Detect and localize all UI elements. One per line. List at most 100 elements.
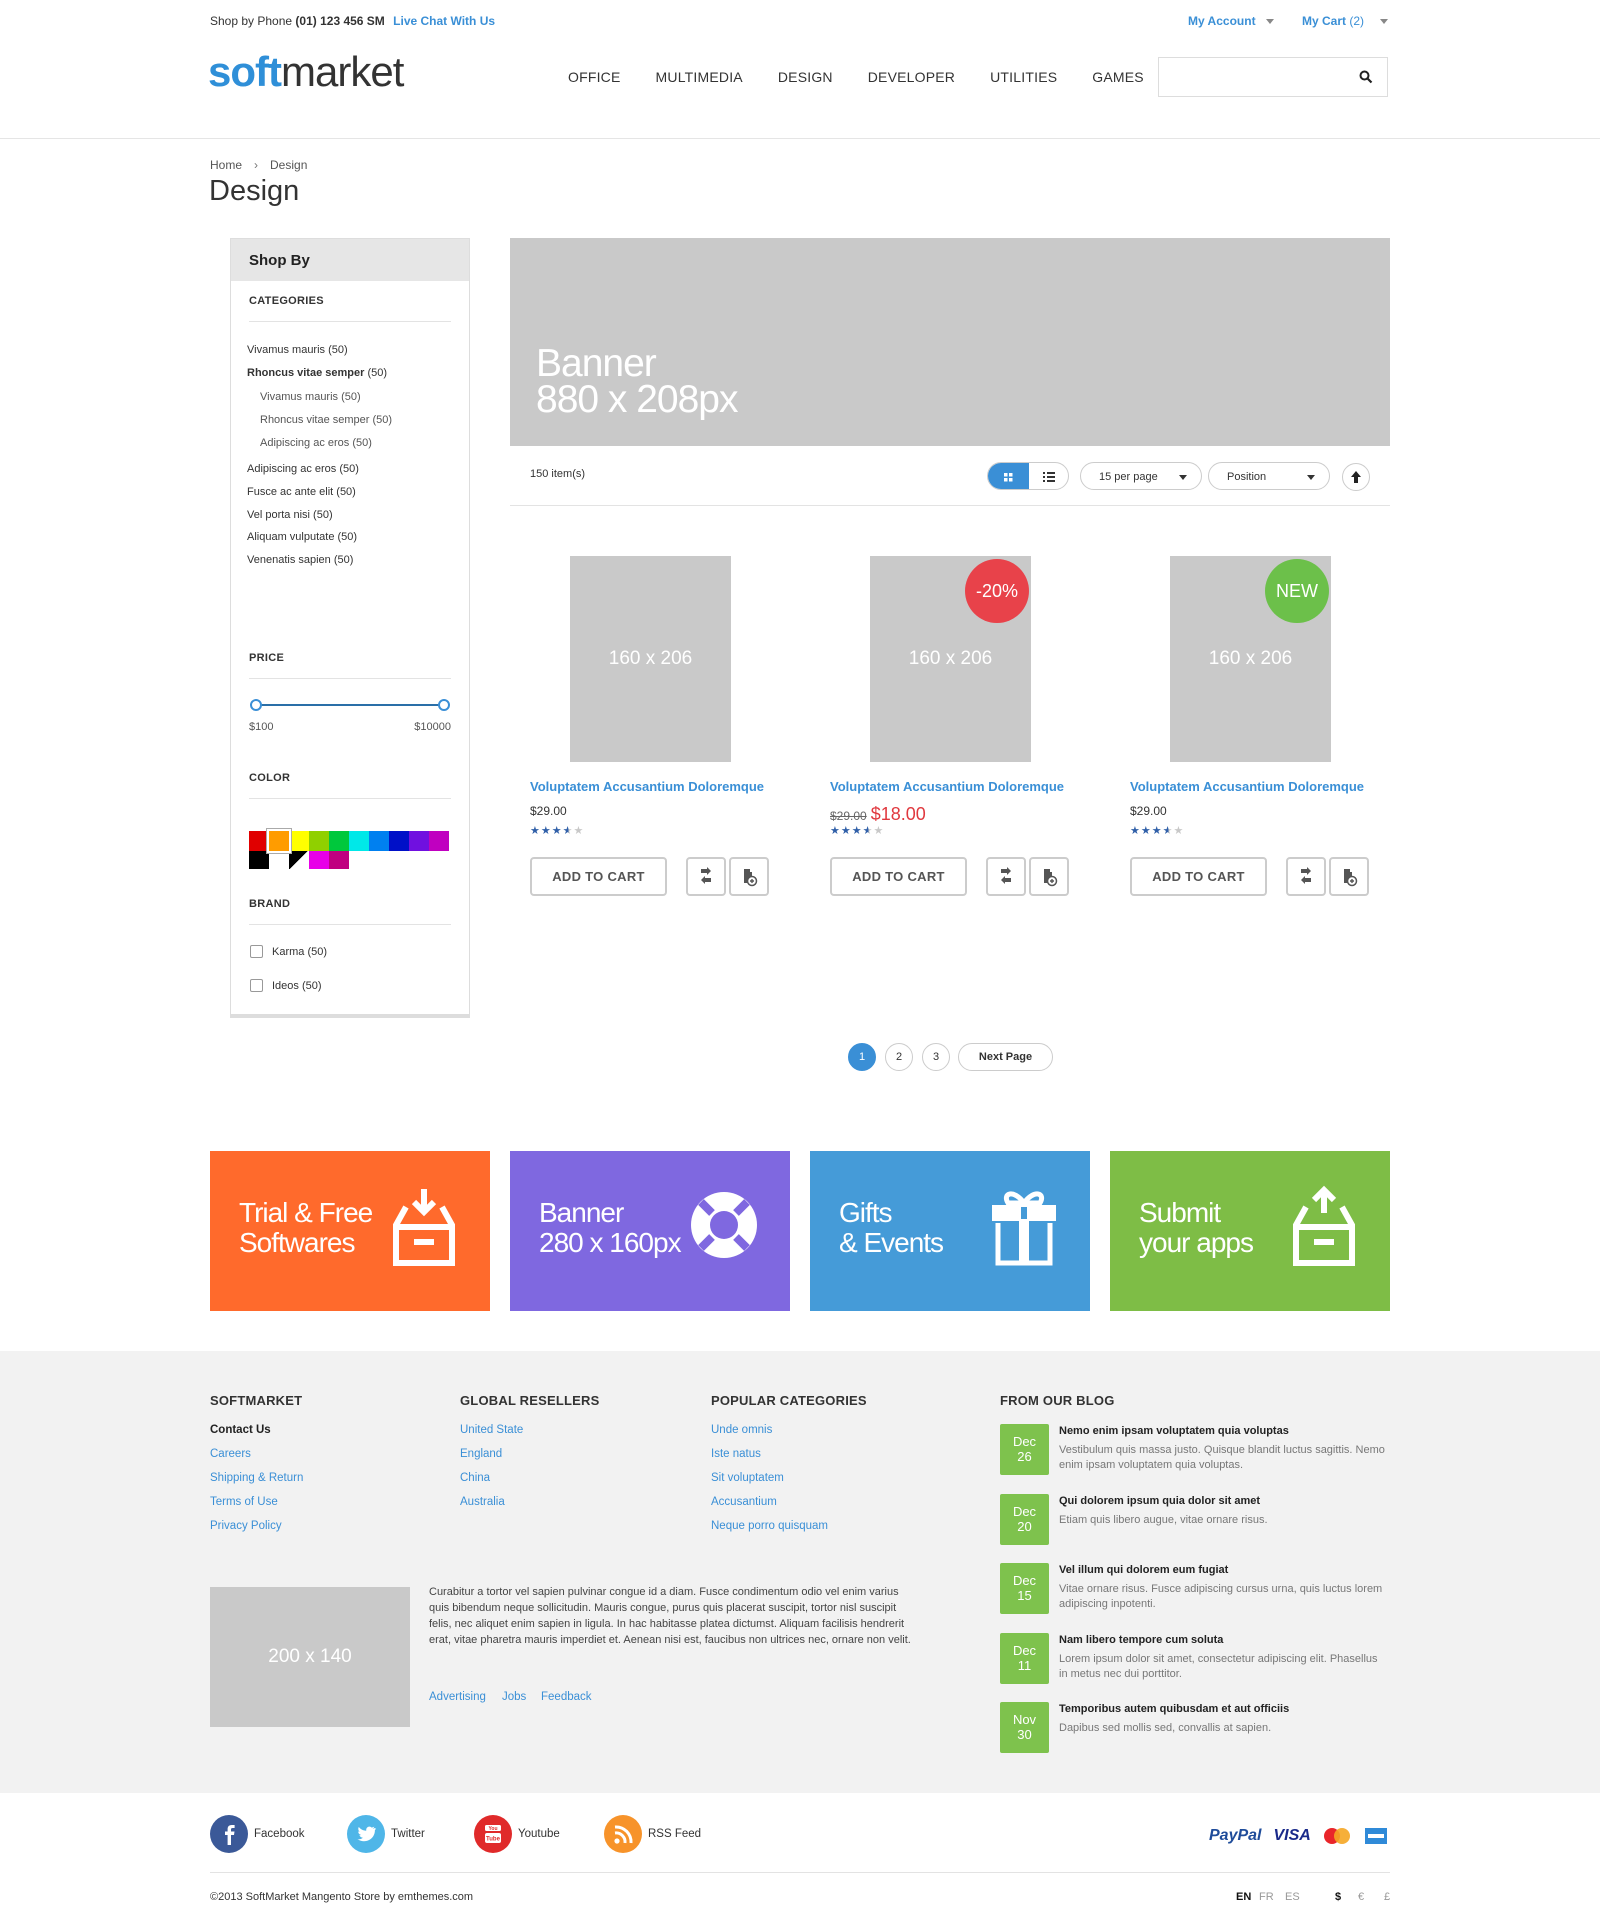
page-1-button[interactable]: 1: [848, 1043, 876, 1071]
wishlist-button[interactable]: [729, 857, 769, 896]
footer-small-link[interactable]: Feedback: [541, 1691, 592, 1703]
blog-post-title[interactable]: Qui dolorem ipsum quia dolor sit amet: [1059, 1495, 1260, 1507]
sort-direction-button[interactable]: [1342, 463, 1370, 491]
color-swatch[interactable]: [329, 831, 349, 851]
brand-checkbox-ideos[interactable]: [250, 979, 263, 992]
color-swatch[interactable]: [309, 831, 329, 851]
category-item[interactable]: Vel porta nisi (50): [247, 509, 333, 521]
product-name[interactable]: Voluptatem Accusantium Doloremque: [1130, 779, 1364, 794]
color-swatch[interactable]: [269, 851, 289, 869]
blog-post-title[interactable]: Nam libero tempore cum soluta: [1059, 1634, 1223, 1646]
promo-tile[interactable]: Banner 280 x 160px: [510, 1151, 790, 1311]
add-to-cart-button[interactable]: ADD TO CART: [1130, 857, 1267, 896]
compare-button[interactable]: [1286, 857, 1326, 896]
currency-eur[interactable]: €: [1358, 1891, 1364, 1903]
footer-link[interactable]: China: [460, 1472, 490, 1484]
blog-post-title[interactable]: Nemo enim ipsam voluptatem quia voluptas: [1059, 1425, 1289, 1437]
grid-view-button[interactable]: [988, 463, 1029, 489]
color-swatch[interactable]: [267, 829, 291, 853]
per-page-select[interactable]: 15 per page: [1080, 462, 1202, 490]
footer-link[interactable]: Contact Us: [210, 1424, 271, 1436]
color-swatch[interactable]: [289, 851, 309, 869]
social-link-label[interactable]: Youtube: [518, 1828, 560, 1840]
category-item[interactable]: Fusce ac ante elit (50): [247, 486, 356, 498]
add-to-cart-button[interactable]: ADD TO CART: [830, 857, 967, 896]
footer-link[interactable]: Unde omnis: [711, 1424, 772, 1436]
category-item[interactable]: Adipiscing ac eros (50): [260, 437, 372, 449]
promo-tile[interactable]: Trial & Free Softwares: [210, 1151, 490, 1311]
product-name[interactable]: Voluptatem Accusantium Doloremque: [530, 779, 764, 794]
brand-label-ideos[interactable]: Ideos (50): [272, 980, 322, 992]
nav-item-multimedia[interactable]: MULTIMEDIA: [656, 69, 743, 85]
color-swatch[interactable]: [369, 831, 389, 851]
language-fr[interactable]: FR: [1259, 1891, 1274, 1903]
footer-link[interactable]: Terms of Use: [210, 1496, 278, 1508]
color-swatch[interactable]: [289, 831, 309, 851]
nav-item-developer[interactable]: DEVELOPER: [868, 69, 955, 85]
youtube-icon[interactable]: You Tube: [474, 1815, 512, 1853]
social-link-label[interactable]: RSS Feed: [648, 1828, 701, 1840]
color-swatch[interactable]: [389, 831, 409, 851]
footer-link[interactable]: Australia: [460, 1496, 505, 1508]
category-item[interactable]: Aliquam vulputate (50): [247, 531, 357, 543]
my-cart-link[interactable]: My Cart (2): [1302, 14, 1364, 28]
wishlist-button[interactable]: [1029, 857, 1069, 896]
category-item[interactable]: Venenatis sapien (50): [247, 554, 353, 566]
language-en[interactable]: EN: [1236, 1891, 1251, 1903]
color-swatch[interactable]: [249, 851, 269, 869]
live-chat-link[interactable]: Live Chat With Us: [393, 14, 495, 28]
nav-item-games[interactable]: GAMES: [1092, 69, 1144, 85]
category-banner[interactable]: Banner 880 x 208px: [510, 238, 1390, 446]
logo[interactable]: softmarket: [208, 48, 404, 96]
next-page-button[interactable]: Next Page: [958, 1043, 1053, 1071]
brand-checkbox-karma[interactable]: [250, 945, 263, 958]
breadcrumb-home[interactable]: Home: [210, 158, 242, 172]
category-item[interactable]: Rhoncus vitae semper (50): [260, 414, 392, 426]
color-swatch[interactable]: [409, 831, 429, 851]
page-2-button[interactable]: 2: [885, 1043, 913, 1071]
search-input[interactable]: [1158, 57, 1388, 97]
facebook-icon[interactable]: [210, 1815, 248, 1853]
color-swatch[interactable]: [429, 831, 449, 851]
promo-tile[interactable]: Gifts & Events: [810, 1151, 1090, 1311]
footer-link[interactable]: Careers: [210, 1448, 251, 1460]
social-link-label[interactable]: Facebook: [254, 1828, 305, 1840]
footer-link[interactable]: Shipping & Return: [210, 1472, 303, 1484]
footer-small-link[interactable]: Advertising: [429, 1691, 486, 1703]
chevron-down-icon[interactable]: [1380, 19, 1388, 24]
wishlist-button[interactable]: [1329, 857, 1369, 896]
social-link-label[interactable]: Twitter: [391, 1828, 425, 1840]
color-swatch[interactable]: [249, 831, 269, 851]
footer-link[interactable]: Privacy Policy: [210, 1520, 282, 1532]
category-item[interactable]: Adipiscing ac eros (50): [247, 463, 359, 475]
color-swatch[interactable]: [349, 831, 369, 851]
compare-button[interactable]: [986, 857, 1026, 896]
price-slider-min-handle[interactable]: [250, 699, 262, 711]
footer-link[interactable]: Iste natus: [711, 1448, 761, 1460]
footer-link[interactable]: Accusantium: [711, 1496, 777, 1508]
color-swatch[interactable]: [309, 851, 329, 869]
footer-small-link[interactable]: Jobs: [502, 1691, 526, 1703]
twitter-icon[interactable]: [347, 1815, 385, 1853]
list-view-button[interactable]: [1029, 463, 1068, 489]
category-item[interactable]: Rhoncus vitae semper (50): [247, 367, 387, 379]
blog-post-title[interactable]: Vel illum qui dolorem eum fugiat: [1059, 1564, 1228, 1576]
blog-post-title[interactable]: Temporibus autem quibusdam et aut offici…: [1059, 1703, 1289, 1715]
footer-link[interactable]: United State: [460, 1424, 523, 1436]
category-item[interactable]: Vivamus mauris (50): [247, 344, 348, 356]
currency-gbp[interactable]: £: [1384, 1891, 1390, 1903]
promo-tile[interactable]: Submit your apps: [1110, 1151, 1390, 1311]
product-image[interactable]: 160 x 206: [570, 556, 731, 762]
my-account-link[interactable]: My Account: [1188, 14, 1256, 28]
currency-usd[interactable]: $: [1335, 1891, 1341, 1903]
search-icon[interactable]: [1359, 70, 1373, 84]
compare-button[interactable]: [686, 857, 726, 896]
nav-item-design[interactable]: DESIGN: [778, 69, 833, 85]
chevron-down-icon[interactable]: [1266, 19, 1274, 24]
price-slider-track[interactable]: [257, 704, 444, 706]
add-to-cart-button[interactable]: ADD TO CART: [530, 857, 667, 896]
nav-item-utilities[interactable]: UTILITIES: [990, 69, 1057, 85]
product-name[interactable]: Voluptatem Accusantium Doloremque: [830, 779, 1064, 794]
brand-label-karma[interactable]: Karma (50): [272, 946, 327, 958]
rss-icon[interactable]: [604, 1815, 642, 1853]
